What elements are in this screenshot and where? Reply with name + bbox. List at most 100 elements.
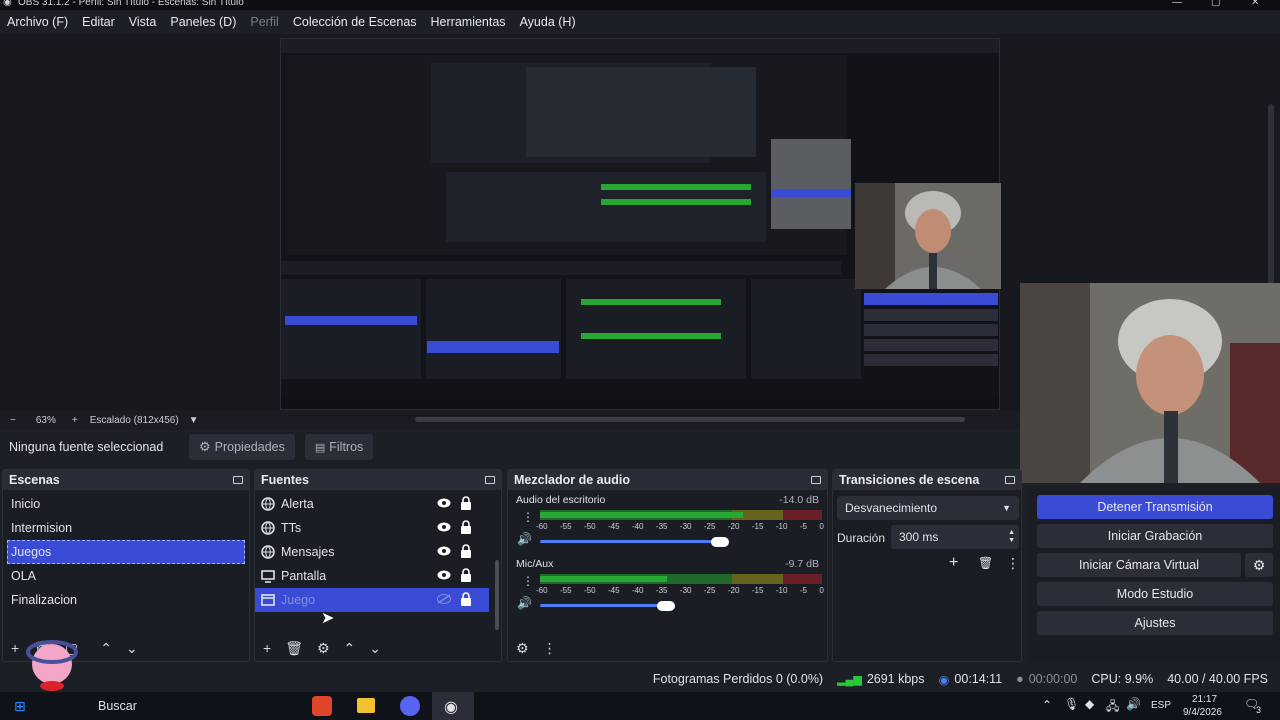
- microphone-icon[interactable]: 🎙: [1064, 697, 1079, 711]
- source-item[interactable]: TTs: [255, 516, 489, 540]
- start-recording-button[interactable]: Iniciar Grabación: [1037, 524, 1273, 548]
- scene-item[interactable]: Finalizacion: [3, 588, 249, 612]
- menu-herramientas[interactable]: Herramientas: [424, 15, 513, 29]
- clock-time[interactable]: 21:17: [1192, 694, 1217, 705]
- volume-slider-track[interactable]: [540, 540, 717, 543]
- source-item[interactable]: Pantalla: [255, 564, 489, 588]
- show-hidden-icons-icon[interactable]: ⌃: [1042, 698, 1052, 712]
- meter-tick-label: -45: [607, 586, 620, 595]
- volume-icon[interactable]: 🔊: [1126, 697, 1141, 711]
- meter-tick-label: -10: [775, 586, 788, 595]
- minimize-icon[interactable]: —: [1172, 0, 1182, 8]
- windows-start-icon[interactable]: ⊞: [14, 698, 26, 715]
- scene-item[interactable]: OLA: [3, 564, 249, 588]
- source-item[interactable]: Mensajes: [255, 540, 489, 564]
- scene-item[interactable]: Inicio: [3, 492, 249, 516]
- preview-horizontal-scrollbar[interactable]: [415, 417, 965, 422]
- scene-item[interactable]: Intermision: [3, 516, 249, 540]
- zoom-in-button[interactable]: +: [72, 415, 78, 426]
- meter-tick-label: -10: [775, 522, 788, 531]
- menu-ayuda[interactable]: Ayuda (H): [513, 15, 583, 29]
- lock-icon[interactable]: [461, 520, 471, 534]
- tray-app-icon[interactable]: ◆: [1085, 697, 1094, 711]
- move-up-icon[interactable]: ⌃: [344, 640, 356, 657]
- meter-tick-label: -20: [727, 586, 740, 595]
- taskbar-search[interactable]: Buscar: [98, 699, 137, 713]
- menu-vista[interactable]: Vista: [122, 15, 164, 29]
- duration-input[interactable]: 300 ms ▲ ▼: [891, 525, 1019, 549]
- move-down-icon[interactable]: ⌄: [369, 640, 381, 657]
- studio-mode-button[interactable]: Modo Estudio: [1037, 582, 1273, 606]
- transition-select[interactable]: Desvanecimiento ▼: [837, 496, 1019, 520]
- menu-paneles[interactable]: Paneles (D): [163, 15, 243, 29]
- lock-icon[interactable]: [461, 592, 471, 606]
- maximize-icon[interactable]: ▢: [1211, 0, 1220, 8]
- lock-icon[interactable]: [461, 544, 471, 558]
- clock-date[interactable]: 9/4/2026: [1183, 707, 1222, 718]
- source-settings-gear-icon[interactable]: ⚙: [317, 640, 330, 657]
- undock-icon[interactable]: [233, 476, 243, 484]
- meter-tick-label: -15: [751, 586, 764, 595]
- source-item-selected[interactable]: Juego: [255, 588, 489, 612]
- menu-coleccion-escenas[interactable]: Colección de Escenas: [286, 15, 424, 29]
- file-explorer-icon[interactable]: [357, 698, 375, 713]
- audio-mixer-dock: Mezclador de audio Audio del escritorio …: [507, 469, 828, 662]
- undock-icon[interactable]: [1005, 476, 1015, 484]
- gear-icon: ⚙: [199, 439, 211, 454]
- kebab-menu-icon[interactable]: ⋮: [522, 510, 534, 524]
- sources-scrollbar[interactable]: [495, 560, 499, 630]
- add-transition-icon[interactable]: +: [949, 554, 958, 572]
- speaker-icon[interactable]: 🔊: [517, 596, 532, 610]
- remove-transition-icon[interactable]: 🗑: [978, 556, 993, 570]
- menu-editar[interactable]: Editar: [75, 15, 122, 29]
- volume-slider-track[interactable]: [540, 604, 663, 607]
- add-source-icon[interactable]: +: [263, 640, 271, 656]
- remove-source-icon[interactable]: 🗑: [285, 640, 303, 657]
- visibility-eye-icon[interactable]: [437, 498, 451, 508]
- speaker-icon[interactable]: 🔊: [517, 532, 532, 546]
- move-down-icon[interactable]: ⌄: [126, 640, 138, 657]
- kebab-menu-icon[interactable]: ⋮: [522, 574, 534, 588]
- meter-ticks: -60 -55 -50 -45 -40 -35 -30 -25 -20 -15 -10 -5 0: [536, 522, 824, 531]
- undock-icon[interactable]: [811, 476, 821, 484]
- title-bar: ◉ OBS 31.1.2 - Perfil: Sin Título - Esce…: [0, 0, 1280, 10]
- network-icon[interactable]: 🖧: [1106, 697, 1119, 718]
- lock-icon[interactable]: [461, 496, 471, 510]
- virtual-camera-settings-gear-icon[interactable]: ⚙: [1245, 553, 1273, 577]
- advanced-audio-gear-icon[interactable]: ⚙: [516, 640, 529, 657]
- source-item[interactable]: Alerta: [255, 492, 489, 516]
- input-language[interactable]: ESP: [1151, 700, 1171, 711]
- spinner-arrows-icon[interactable]: ▲ ▼: [1008, 529, 1015, 545]
- zoom-out-button[interactable]: −: [10, 415, 16, 426]
- scene-item-selected[interactable]: Juegos: [7, 540, 245, 564]
- obs-taskbar-button[interactable]: ◉: [432, 692, 474, 720]
- discord-icon[interactable]: [400, 696, 420, 716]
- meter-level: [540, 512, 744, 518]
- add-scene-icon[interactable]: +: [11, 640, 19, 656]
- kebab-menu-icon[interactable]: ⋮: [543, 640, 557, 657]
- move-up-icon[interactable]: ⌃: [100, 640, 112, 657]
- close-icon[interactable]: ✕: [1251, 0, 1259, 8]
- virtual-camera-button[interactable]: Iniciar Cámara Virtual: [1037, 553, 1241, 577]
- meter-tick-label: -40: [631, 586, 644, 595]
- zoom-percent: 63%: [35, 414, 56, 426]
- hidden-eye-icon[interactable]: [437, 594, 451, 604]
- stop-stream-button[interactable]: Detener Transmisión: [1037, 495, 1273, 519]
- menu-archivo[interactable]: Archivo (F): [0, 15, 75, 29]
- properties-button[interactable]: ⚙ Propiedades: [189, 434, 295, 460]
- undock-icon[interactable]: [485, 476, 495, 484]
- visibility-eye-icon[interactable]: [437, 546, 451, 556]
- visibility-eye-icon[interactable]: [437, 522, 451, 532]
- kebab-menu-icon[interactable]: ⋮: [1006, 555, 1020, 572]
- visibility-eye-icon[interactable]: [437, 570, 451, 580]
- scale-dropdown-icon[interactable]: ▼: [189, 415, 199, 426]
- volume-slider-handle[interactable]: [656, 601, 675, 611]
- settings-button[interactable]: Ajustes: [1037, 611, 1273, 635]
- lock-icon[interactable]: [461, 568, 471, 582]
- volume-slider-handle[interactable]: [710, 537, 729, 547]
- fps-readout: 40.00 / 40.00 FPS: [1167, 672, 1268, 686]
- filters-button[interactable]: ▤ Filtros: [304, 434, 374, 460]
- brave-browser-icon[interactable]: [312, 696, 332, 716]
- stream-time: ◉ 00:14:11: [938, 672, 1003, 687]
- signal-bars-icon: ▂▄▆: [837, 673, 862, 686]
